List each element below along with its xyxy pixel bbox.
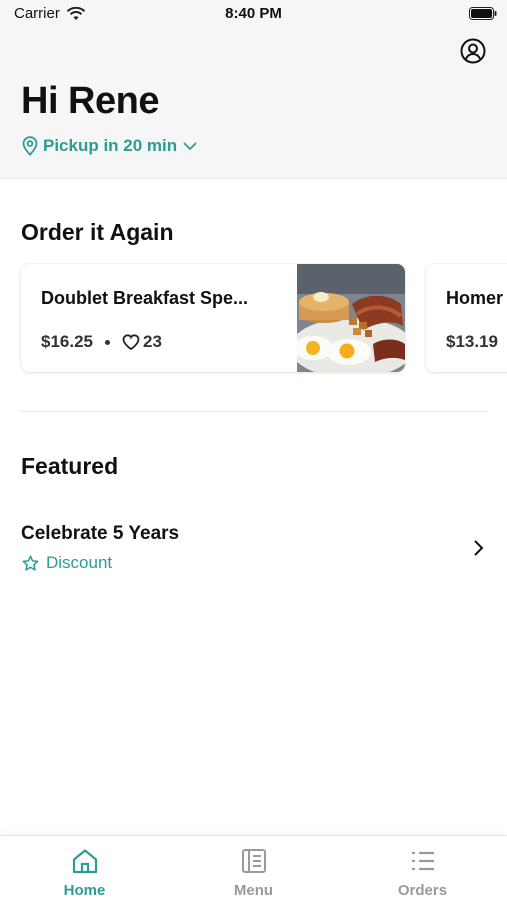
pickup-selector[interactable]: Pickup in 20 min	[22, 136, 198, 156]
section-divider	[19, 411, 488, 412]
chevron-down-icon	[183, 142, 197, 151]
status-time: 8:40 PM	[225, 5, 282, 22]
order-card-name: Doublet Breakfast Spe...	[41, 288, 249, 308]
pickup-label: Pickup in 20 min	[43, 136, 178, 155]
order-card[interactable]: Doublet Breakfast Spe... $16.25 23	[21, 264, 405, 372]
featured-item-tag: Discount	[22, 553, 112, 573]
list-icon	[411, 851, 434, 871]
tab-orders[interactable]: Orders	[338, 836, 507, 900]
heart-icon[interactable]	[122, 334, 140, 350]
tab-orders-label: Orders	[397, 882, 448, 899]
tab-menu-label: Menu	[233, 882, 274, 899]
battery-icon	[469, 7, 497, 20]
tab-bar: Home Menu Orders	[0, 835, 507, 900]
order-card[interactable]: Homer $13.19	[426, 264, 507, 372]
separator-dot	[105, 339, 110, 345]
order-card-price: $13.19	[446, 332, 498, 351]
order-card-name: Homer	[446, 288, 504, 308]
star-icon	[22, 554, 39, 571]
order-again-carousel[interactable]: Doublet Breakfast Spe... $16.25 23 Homer…	[0, 263, 507, 375]
order-card-price: $16.25	[41, 332, 93, 351]
chevron-right-icon	[474, 540, 484, 556]
home-screen: Carrier 8:40 PM Hi Rene Pickup in 20 min…	[0, 0, 507, 900]
order-card-likes: 23	[143, 332, 162, 351]
home-icon	[72, 849, 97, 874]
greeting-title: Hi Rene	[21, 80, 159, 122]
order-card-meta: $13.19	[446, 332, 498, 352]
menu-book-icon	[241, 849, 266, 873]
status-bar: Carrier 8:40 PM	[0, 0, 507, 28]
tab-home[interactable]: Home	[0, 836, 169, 900]
location-pin-icon	[22, 136, 38, 156]
featured-title: Featured	[21, 453, 119, 479]
order-card-meta: $16.25 23	[41, 332, 162, 352]
header: Hi Rene Pickup in 20 min	[0, 28, 507, 179]
tab-menu[interactable]: Menu	[169, 836, 338, 900]
featured-tag-label: Discount	[46, 553, 113, 572]
featured-item-name: Celebrate 5 Years	[21, 523, 180, 544]
order-again-title: Order it Again	[21, 219, 174, 245]
tab-home-label: Home	[63, 882, 106, 899]
user-circle-icon[interactable]	[460, 38, 486, 64]
featured-item[interactable]: Celebrate 5 Years Discount	[0, 515, 507, 581]
breakfast-photo	[297, 264, 405, 372]
